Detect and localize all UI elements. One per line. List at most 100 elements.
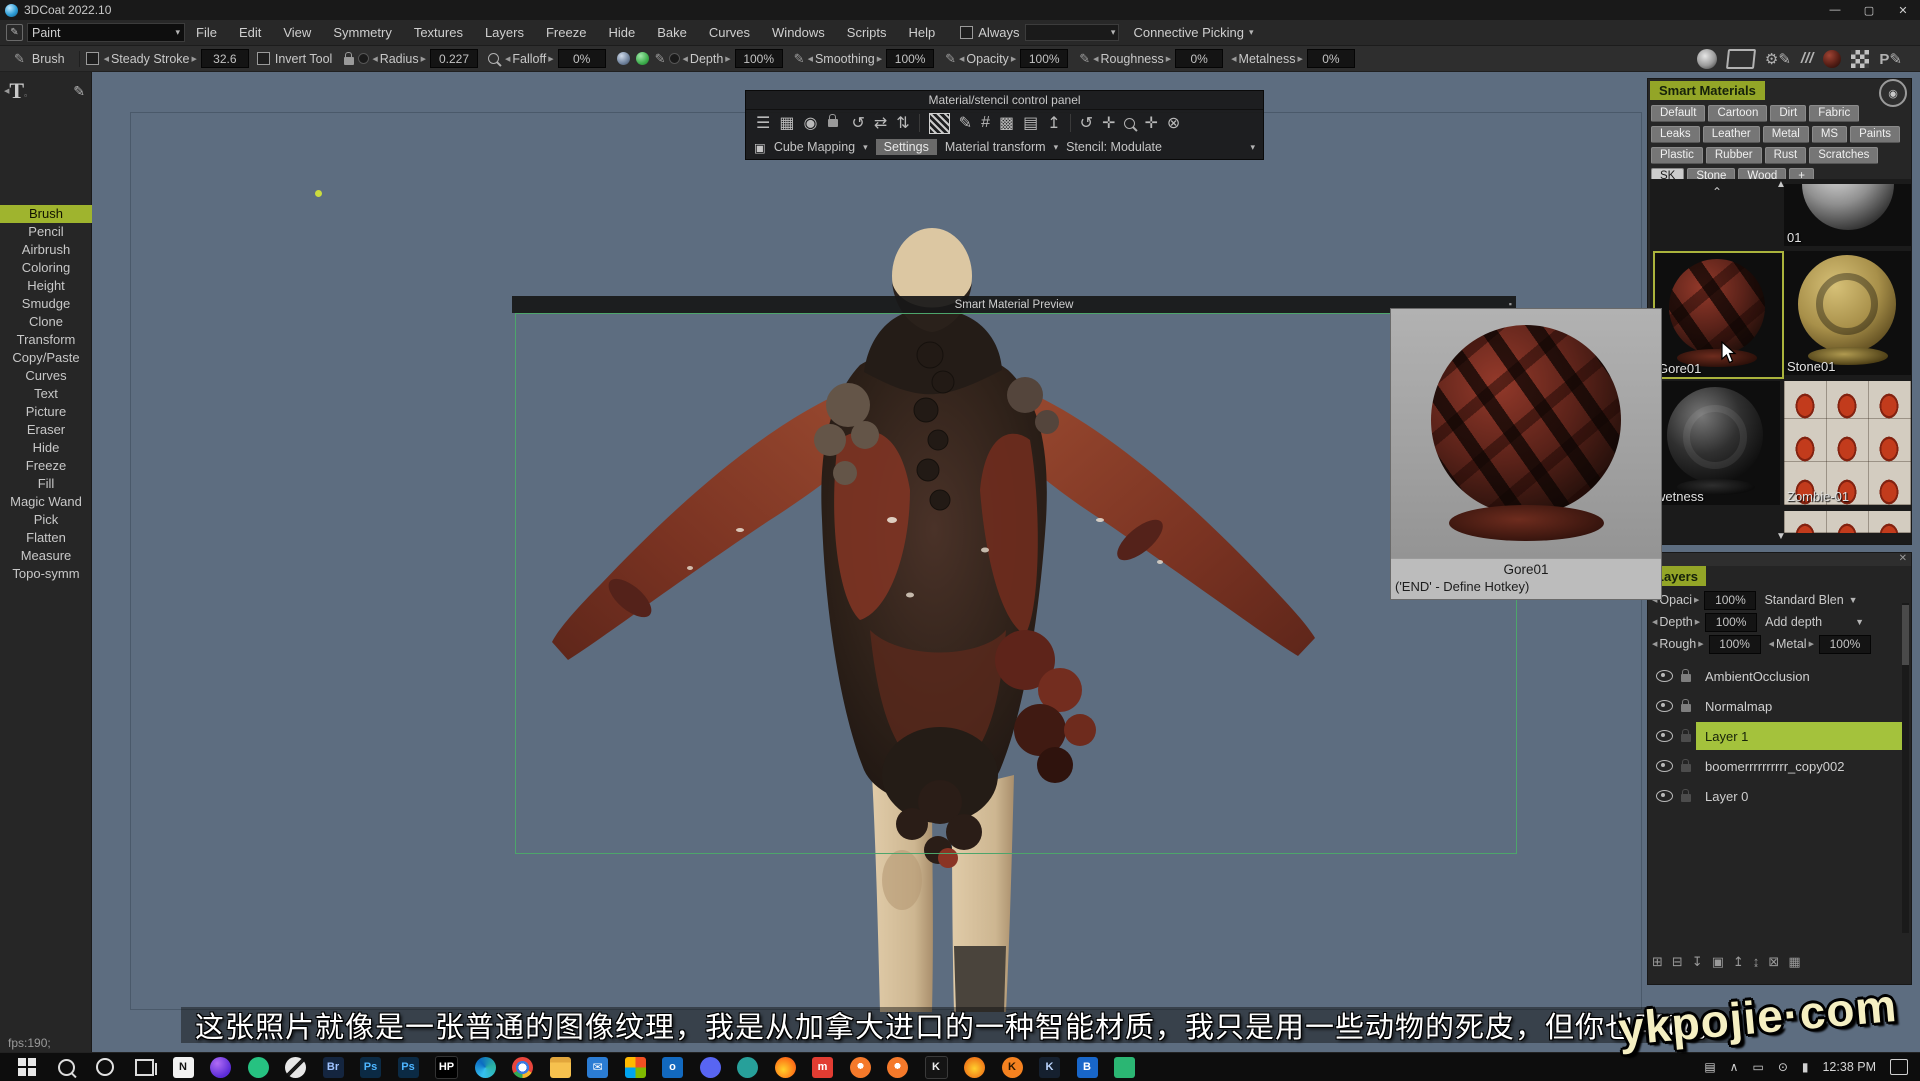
sliders-icon[interactable]: ☰ [756, 113, 770, 133]
visibility-eye-icon[interactable] [1656, 730, 1673, 742]
widgets-icon[interactable]: ▤ [1704, 1060, 1715, 1074]
eye-icon[interactable]: ◉ [803, 113, 817, 133]
taskbar-app-icon[interactable] [887, 1057, 908, 1078]
decrement-arrow-icon[interactable]: ◀ [104, 55, 109, 63]
layer-row-ambientocclusion[interactable]: AmbientOcclusion [1648, 661, 1911, 691]
move-icon[interactable]: ✛ [1102, 113, 1115, 133]
rotate-icon[interactable]: ↺ [1080, 113, 1093, 133]
smart-material-preview-bar[interactable]: Smart Material Preview ▪ [512, 296, 1516, 313]
pencil-icon[interactable]: ✎ [73, 83, 85, 100]
tweak-gear-icon[interactable]: ⚙✎ [1765, 50, 1791, 68]
material-thumb-gore01[interactable]: Gore01 [1653, 251, 1784, 379]
lock-icon[interactable] [1681, 674, 1691, 682]
always-combo[interactable]: ▾ [1025, 24, 1119, 41]
depth-blend-combo[interactable]: Add depth ▼ [1765, 615, 1864, 629]
metalness-value[interactable]: 0% [1307, 49, 1355, 68]
increment-arrow-icon[interactable]: ▶ [1166, 55, 1171, 63]
smoothing-value[interactable]: 100% [886, 49, 934, 68]
falloff-value[interactable]: 0% [558, 49, 606, 68]
decrement-arrow-icon[interactable]: ◀ [959, 55, 964, 63]
save-doc-icon[interactable]: ▤ [1023, 113, 1038, 133]
taskbar-app-icon[interactable]: K [1002, 1057, 1023, 1078]
increment-arrow-icon[interactable]: ▶ [191, 55, 196, 63]
snap-grid-icon[interactable]: # [981, 114, 990, 132]
opacity-value[interactable]: 100% [1020, 49, 1068, 68]
folder-up-icon[interactable]: ↥ [1047, 113, 1060, 133]
tab-ms[interactable]: MS [1812, 126, 1847, 143]
tool-item-height[interactable]: Height [0, 277, 92, 295]
scroll-up-icon[interactable]: ⌃ [1712, 185, 1722, 199]
cube-mapping-combo[interactable]: Cube Mapping [774, 140, 855, 154]
menu-freeze[interactable]: Freeze [535, 25, 597, 40]
duplicate-layer-icon[interactable]: ▣ [1712, 954, 1724, 970]
tool-item-pencil[interactable]: Pencil [0, 223, 92, 241]
camera-icon[interactable]: ◉ [1879, 79, 1907, 107]
tab-rust[interactable]: Rust [1765, 147, 1807, 164]
smart-materials-tab[interactable]: Smart Materials [1650, 81, 1765, 100]
material-thumb-wetness[interactable]: wetness [1653, 381, 1780, 505]
menu-layers[interactable]: Layers [474, 25, 535, 40]
move-down-icon[interactable]: ↨ [1753, 954, 1760, 970]
pen-pressure-icon[interactable] [669, 53, 680, 64]
visibility-eye-icon[interactable] [1656, 790, 1673, 802]
falloff-stepper[interactable]: ◀ Falloff ▶ [505, 52, 554, 66]
taskbar-app-icon[interactable] [775, 1057, 796, 1078]
mic-icon[interactable]: ⊙ [1778, 1060, 1788, 1074]
tool-item-pick[interactable]: Pick [0, 511, 92, 529]
close-circle-icon[interactable]: ⊗ [1167, 113, 1180, 133]
taskbar-app-icon[interactable] [1114, 1057, 1135, 1078]
tool-item-fill[interactable]: Fill [0, 475, 92, 493]
taskbar-app-icon[interactable]: Ps [360, 1057, 381, 1078]
menu-hide[interactable]: Hide [597, 25, 646, 40]
menu-file[interactable]: File [185, 25, 228, 40]
taskbar-app-icon[interactable]: Ps [398, 1057, 419, 1078]
taskbar-app-icon[interactable] [248, 1057, 269, 1078]
tool-item-curves[interactable]: Curves [0, 367, 92, 385]
material-thumb-partial[interactable] [1784, 511, 1911, 533]
taskbar-app-icon[interactable] [285, 1057, 306, 1078]
layer-metal-value[interactable]: 100% [1819, 635, 1871, 654]
tool-item-airbrush[interactable]: Airbrush [0, 241, 92, 259]
invert-tool-checkbox[interactable] [257, 52, 270, 65]
tab-metal[interactable]: Metal [1763, 126, 1809, 143]
tray-expand-icon[interactable]: ∧ [1730, 1060, 1739, 1074]
visibility-eye-icon[interactable] [1656, 760, 1673, 772]
menu-bake[interactable]: Bake [646, 25, 698, 40]
dense-grid-icon[interactable]: ▩ [999, 113, 1014, 133]
room-select-combo[interactable]: Paint ▾ [27, 23, 185, 42]
tool-item-magic-wand[interactable]: Magic Wand [0, 493, 92, 511]
taskbar-app-icon[interactable]: m [812, 1057, 833, 1078]
menu-windows[interactable]: Windows [761, 25, 836, 40]
tool-item-freeze[interactable]: Freeze [0, 457, 92, 475]
decrement-arrow-icon[interactable]: ◀ [1652, 640, 1657, 648]
settings-button[interactable]: Settings [876, 139, 937, 155]
minimize-button[interactable]: — [1818, 0, 1852, 20]
tab-scratches[interactable]: Scratches [1809, 147, 1878, 164]
menu-view[interactable]: View [272, 25, 322, 40]
taskbar-app-icon[interactable] [625, 1057, 646, 1078]
tool-item-eraser[interactable]: Eraser [0, 421, 92, 439]
steady-stroke-stepper[interactable]: ◀ Steady Stroke ▶ [104, 52, 197, 66]
taskbar-app-icon[interactable] [964, 1057, 985, 1078]
material-thumb-stone01[interactable]: Stone01 [1784, 251, 1911, 375]
layer-row-layer0[interactable]: Layer 0 [1648, 781, 1911, 811]
move-up-icon[interactable]: ↥ [1733, 954, 1744, 970]
pen-icon[interactable]: ✎ [655, 51, 666, 67]
tool-item-brush[interactable]: Brush [0, 205, 92, 223]
tool-item-topo-symm[interactable]: Topo-symm [0, 565, 92, 583]
pen-icon[interactable]: ✎ [1079, 51, 1090, 67]
layers-scrollbar[interactable] [1902, 603, 1909, 933]
tool-item-picture[interactable]: Picture [0, 403, 92, 421]
battery-icon[interactable]: ▮ [1802, 1060, 1809, 1074]
taskbar-app-icon[interactable]: ✉ [587, 1057, 608, 1078]
tool-item-hide[interactable]: Hide [0, 439, 92, 457]
increment-arrow-icon[interactable]: ▶ [421, 55, 426, 63]
tab-default[interactable]: Default [1651, 105, 1705, 122]
tab-dirt[interactable]: Dirt [1770, 105, 1806, 122]
pressure-lock-icon[interactable] [344, 57, 354, 65]
panorama-icon[interactable] [1726, 49, 1756, 69]
tool-item-transform[interactable]: Transform [0, 331, 92, 349]
tab-leather[interactable]: Leather [1703, 126, 1760, 143]
taskbar-search-icon[interactable] [54, 1055, 78, 1079]
increment-arrow-icon[interactable]: ▶ [1698, 640, 1703, 648]
